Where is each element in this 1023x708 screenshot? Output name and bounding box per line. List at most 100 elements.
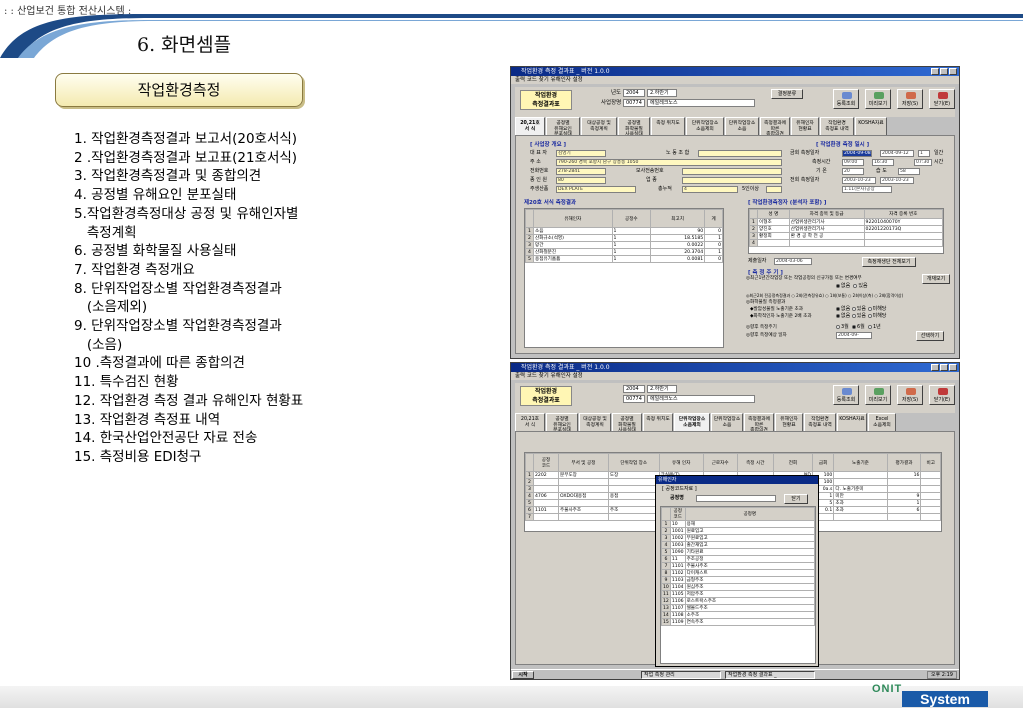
save-button[interactable]: 저장(S) — [897, 385, 923, 405]
radio-none[interactable] — [836, 283, 840, 288]
list-item[interactable]: 10 1104 원심주조 — [661, 583, 816, 591]
close-button[interactable]: 닫기(E) — [929, 89, 955, 109]
report-button[interactable]: 결정분류 — [771, 89, 803, 99]
radio-1y[interactable] — [867, 324, 872, 329]
maximize-icon[interactable] — [940, 68, 948, 75]
close-icon[interactable] — [949, 364, 957, 371]
table-row[interactable]: 1 이형조 산업위생관리기사 92201040070Y — [749, 218, 944, 226]
scale-field[interactable] — [766, 186, 782, 193]
total-field[interactable]: 4 — [682, 186, 738, 193]
employees-field[interactable]: 80 — [556, 177, 606, 184]
cycle-options-3[interactable]: 없음 있음 미해당 — [836, 313, 886, 320]
days-field[interactable]: 1 — [918, 150, 930, 157]
cycle-view-button[interactable]: 개재모기 — [922, 274, 950, 284]
list-item[interactable]: 7 1101 주물사주조 — [661, 562, 816, 570]
tel-field[interactable]: 278-2841 — [556, 168, 606, 175]
tab-location-map[interactable]: 측정 위치도 — [651, 117, 685, 135]
list-item[interactable]: 12 1106 로스트왁스주조 — [661, 597, 816, 605]
preview-button[interactable]: 미리보기 — [865, 385, 891, 405]
table-row[interactable]: 4 — [749, 239, 944, 247]
minimize-icon[interactable] — [931, 68, 939, 75]
company-name-field[interactable]: 에일레크노스 — [647, 395, 755, 403]
tab-unit-excl-noise[interactable]: 단위작업장소 소음제외 — [674, 413, 710, 431]
tab-forms-20-21[interactable]: 20,21호 서 식 — [515, 413, 545, 431]
popup-close-button[interactable]: 닫기 — [784, 494, 808, 504]
table-row[interactable]: 3 망간 1 0.0022 0 — [525, 241, 723, 249]
table-row[interactable]: 2 산화규소(석영) 1 18.5185 1 — [525, 234, 723, 242]
company-code-field[interactable]: 00774 — [623, 99, 645, 107]
tab-chemical-usage[interactable]: 공정별 화학물질 사용실태 — [618, 117, 650, 137]
start-button[interactable]: 시작 — [512, 671, 534, 679]
tab-excel-export[interactable]: Excel 소음제외 — [868, 413, 896, 431]
tab-location-map[interactable]: 측정 위치도 — [643, 413, 673, 431]
tab-opinion[interactable]: 측정결과에 따른 종합의견 — [760, 117, 790, 137]
industry-field[interactable] — [682, 177, 782, 184]
list-item[interactable]: 14 1108 소주조 — [661, 611, 816, 619]
list-item[interactable]: 15 1109 연속주조 — [661, 618, 816, 626]
company-code-field[interactable]: 00774 — [623, 395, 645, 403]
list-item[interactable]: 11 1105 저압주조 — [661, 590, 816, 598]
submit-date-field[interactable]: 2004-03-06 — [774, 258, 812, 265]
radio-yes[interactable] — [853, 283, 858, 288]
year-field[interactable]: 2004 — [623, 385, 645, 393]
cycle-options-2[interactable]: 없음 있음 미해당 — [836, 306, 886, 313]
save-button[interactable]: 저장(S) — [897, 89, 923, 109]
minimize-icon[interactable] — [931, 364, 939, 371]
current-date-from[interactable]: 2004-09-08 — [842, 150, 872, 157]
maximize-icon[interactable] — [940, 364, 948, 371]
next-date-field[interactable]: 2004-09- — [836, 332, 872, 339]
list-item[interactable]: 8 1102 다이캐스트 — [661, 569, 816, 577]
process-code-grid[interactable]: 공정 코드 공정명 1 10 용해 2 1001 원료입고 3 1002 부원료입고 4 10… — [660, 506, 816, 664]
radio-none[interactable] — [836, 306, 840, 311]
product-field[interactable]: DEX PLATE — [556, 186, 636, 193]
list-item[interactable]: 6 11 주조공정 — [661, 555, 816, 563]
list-item[interactable]: 13 1107 쉘몰드주조 — [661, 604, 816, 612]
taskbar-item[interactable]: 작업환경 측정 결과표 _ — [725, 671, 815, 679]
radio-3m[interactable] — [836, 324, 840, 329]
time-from[interactable]: 09:00 — [842, 159, 864, 166]
tab-target-process[interactable]: 대상공정 및 측정계획 — [581, 117, 617, 135]
preview-button[interactable]: 미리보기 — [865, 89, 891, 109]
tab-measurement-details[interactable]: 작업환경 측정표 내역 — [804, 413, 836, 431]
hours-field[interactable]: 07:30 — [914, 159, 932, 166]
table-row[interactable]: 3 황정희 환 경 공 학 전 공 — [749, 232, 944, 240]
list-item[interactable]: 9 1103 금형주조 — [661, 576, 816, 584]
radio-yes[interactable] — [851, 313, 856, 318]
prev-date-to[interactable]: 2003-10-23 — [880, 177, 914, 184]
menu-bar[interactable]: 출력 코드 찾기 유해인자 설정 — [511, 76, 959, 84]
tab-opinion[interactable]: 측정결과에 따른 종합의견 — [744, 413, 774, 433]
tab-forms-20-21[interactable]: 20,21호 서 식 — [515, 117, 545, 135]
fax-field[interactable] — [682, 168, 782, 175]
tab-kosha[interactable]: KOSHA자료 — [837, 413, 867, 431]
tab-chemical-usage[interactable]: 공정별 화학물질 사용실태 — [612, 413, 642, 433]
org-field[interactable]: 1.11(본사)공장 — [842, 186, 892, 193]
staff-grid[interactable]: 성 명 자격 종목 및 등급 자격 증록 번호 1 이형조 산업위생관리기사 9220… — [748, 208, 944, 254]
close-button[interactable]: 닫기(E) — [929, 385, 955, 405]
approve-view-button[interactable]: 측정재생단 전체보기 — [862, 257, 916, 267]
humidity-field[interactable]: 58 — [898, 168, 920, 175]
temp-field[interactable]: 20 — [842, 168, 864, 175]
result-grid[interactable]: 유해인자 공정수 최고치 계 1 소음 1 90 0 2 산화규소(석영) 1 18.5185… — [524, 208, 724, 348]
lookup-button[interactable]: 등록조회 — [833, 385, 859, 405]
tab-kosha[interactable]: KOSHA자료 — [855, 117, 887, 135]
popup-search-input[interactable] — [696, 495, 776, 502]
union-field[interactable] — [698, 150, 782, 157]
tab-unit-noise[interactable]: 단위작업장소 소음 — [725, 117, 759, 135]
list-item[interactable]: 1 10 용해 — [661, 520, 816, 528]
half-select[interactable]: 2.하반기 — [647, 385, 677, 393]
list-item[interactable]: 3 1002 부원료입고 — [661, 534, 816, 542]
rep-field[interactable]: 김영기 — [556, 150, 606, 157]
address-field[interactable]: 790-260 경북 포항시 남구 장흥동 1050 — [556, 159, 782, 166]
lookup-button[interactable]: 등록조회 — [833, 89, 859, 109]
cycle-options-1[interactable]: 없음 있음 — [836, 283, 868, 290]
menu-bar[interactable]: 출력 코드 찾기 유해인자 설정 — [511, 372, 959, 380]
list-item[interactable]: 4 1003 출간재입고 — [661, 541, 816, 549]
tab-unit-excl-noise[interactable]: 단위작업장소 소음제외 — [686, 117, 724, 135]
half-select[interactable]: 2.하반기 — [647, 89, 677, 97]
year-field[interactable]: 2004 — [623, 89, 645, 97]
radio-na[interactable] — [867, 313, 872, 318]
radio-6m[interactable] — [851, 324, 856, 329]
company-name-field[interactable]: 에일레크노스 — [647, 99, 755, 107]
radio-na[interactable] — [867, 306, 872, 311]
tab-target-process[interactable]: 대상공정 및 측정계획 — [579, 413, 611, 431]
